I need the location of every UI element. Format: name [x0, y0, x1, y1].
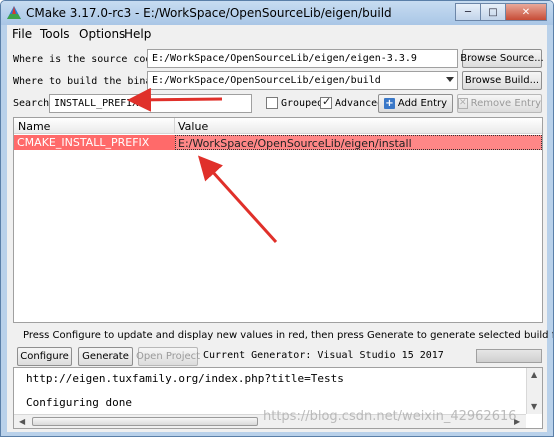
column-divider[interactable]: [174, 118, 175, 134]
configure-hint: Press Configure to update and display ne…: [23, 330, 554, 341]
maximize-icon: □: [488, 6, 498, 18]
generate-button[interactable]: Generate: [78, 347, 133, 366]
log-line: http://eigen.tuxfamily.org/index.php?tit…: [26, 372, 344, 385]
menu-bar: File Tools Options Help: [7, 25, 547, 43]
search-input[interactable]: INSTALL_PREFIX: [49, 94, 252, 113]
client-area: File Tools Options Help Where is the sou…: [7, 25, 553, 432]
grouped-checkbox[interactable]: [266, 97, 278, 109]
current-generator: Current Generator: Visual Studio 15 2017: [203, 350, 444, 361]
column-value-header[interactable]: Value: [178, 120, 208, 133]
row-name: CMAKE_INSTALL_PREFIX: [17, 136, 150, 149]
row-value-editor[interactable]: E:/WorkSpace/OpenSourceLib/eigen/install: [175, 135, 542, 150]
remove-entry-button[interactable]: ✕ Remove Entry: [457, 94, 542, 113]
advanced-checkbox[interactable]: [320, 95, 332, 109]
grouped-label: Grouped: [281, 98, 324, 109]
open-project-button[interactable]: Open Project: [136, 347, 200, 366]
menu-options[interactable]: Options: [79, 27, 125, 41]
build-value: E:/WorkSpace/OpenSourceLib/eigen/build: [152, 75, 381, 86]
scroll-up-icon[interactable]: ▲: [531, 370, 537, 379]
scroll-left-icon[interactable]: ◀: [19, 417, 25, 426]
source-input[interactable]: E:/WorkSpace/OpenSourceLib/eigen/eigen-3…: [147, 49, 458, 68]
table-row[interactable]: CMAKE_INSTALL_PREFIX E:/WorkSpace/OpenSo…: [14, 135, 542, 150]
table-header: Name Value: [14, 118, 542, 134]
column-name-header[interactable]: Name: [18, 120, 50, 133]
cache-table: Name Value CMAKE_INSTALL_PREFIX E:/WorkS…: [13, 117, 543, 323]
scroll-thumb[interactable]: [32, 417, 258, 426]
source-label: Where is the source code:: [13, 54, 164, 65]
chevron-down-icon[interactable]: [446, 77, 454, 82]
title-bar[interactable]: CMake 3.17.0-rc3 - E:/WorkSpace/OpenSour…: [1, 1, 553, 25]
browse-source-button[interactable]: Browse Source...: [460, 49, 544, 68]
close-button[interactable]: ✕: [505, 3, 547, 21]
log-vertical-scrollbar[interactable]: ▲ ▼: [526, 368, 542, 414]
add-entry-button[interactable]: + Add Entry: [378, 94, 453, 113]
maximize-button[interactable]: □: [480, 3, 506, 21]
configure-button[interactable]: Configure: [17, 347, 72, 366]
advanced-label: Advanced: [335, 98, 384, 109]
menu-help[interactable]: Help: [124, 27, 151, 41]
log-line: Configuring done: [26, 396, 132, 409]
remove-entry-icon: ✕: [458, 98, 468, 109]
watermark: https://blog.csdn.net/weixin_42962616: [263, 409, 517, 424]
cmake-app-icon: [7, 6, 21, 19]
scroll-down-icon[interactable]: ▼: [531, 402, 537, 411]
progress-bar: [476, 349, 542, 363]
remove-entry-label: Remove Entry: [470, 98, 541, 109]
menu-file[interactable]: File: [12, 27, 32, 41]
menu-tools[interactable]: Tools: [40, 27, 70, 41]
add-entry-icon: +: [383, 98, 395, 109]
close-icon: ✕: [521, 6, 531, 18]
minimize-button[interactable]: ─: [455, 3, 481, 21]
window-title: CMake 3.17.0-rc3 - E:/WorkSpace/OpenSour…: [26, 6, 392, 20]
add-entry-label: Add Entry: [397, 98, 448, 109]
cmake-window: CMake 3.17.0-rc3 - E:/WorkSpace/OpenSour…: [0, 0, 554, 437]
browse-build-button[interactable]: Browse Build...: [462, 71, 542, 90]
build-combobox[interactable]: E:/WorkSpace/OpenSourceLib/eigen/build: [147, 71, 458, 90]
window-controls: ─ □ ✕: [455, 3, 547, 21]
minimize-icon: ─: [464, 6, 472, 18]
